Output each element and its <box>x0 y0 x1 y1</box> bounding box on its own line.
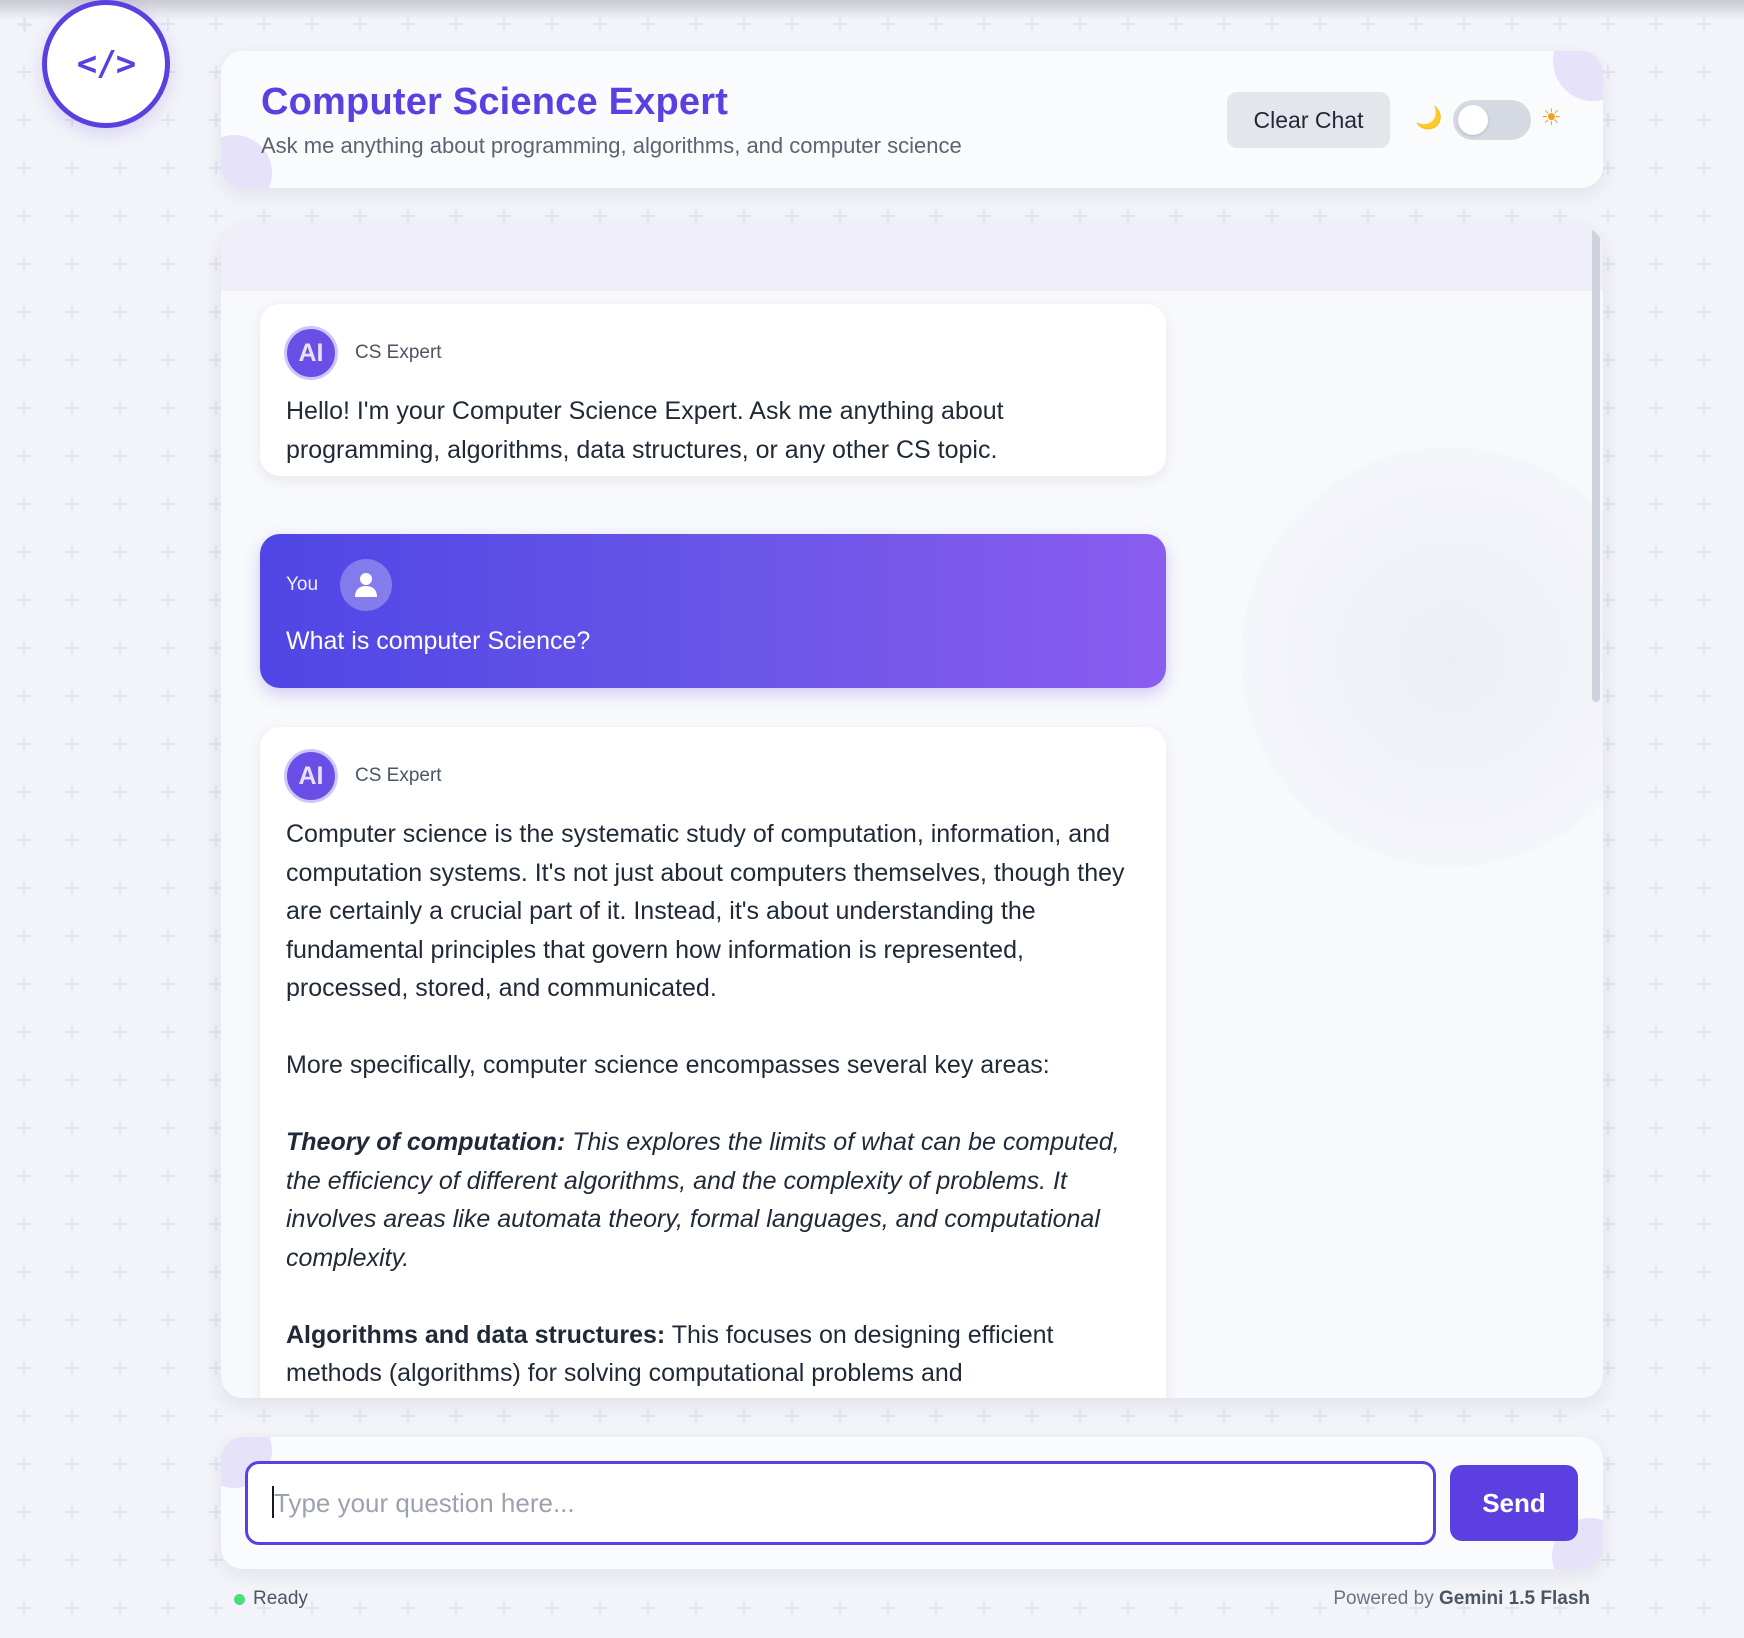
ai-avatar: AI <box>284 326 338 380</box>
chat-panel[interactable]: AI CS Expert Hello! I'm your Computer Sc… <box>221 227 1603 1398</box>
message-paragraph: Computer science is the systematic study… <box>286 820 1125 1002</box>
theme-toggle-knob[interactable] <box>1458 105 1488 135</box>
ai-message: AI CS Expert Computer science is the sys… <box>260 727 1166 1398</box>
chat-scrollbar[interactable] <box>1592 227 1600 702</box>
input-area: Send <box>221 1437 1603 1569</box>
topic-paragraph: Algorithms and data structures: This foc… <box>286 1316 1146 1393</box>
message-text: Hello! I'm your Computer Science Expert.… <box>286 397 1004 464</box>
message-sender: CS Expert <box>355 765 442 786</box>
topic-paragraph: Theory of computation: This explores the… <box>286 1123 1146 1277</box>
ai-avatar: AI <box>284 749 338 803</box>
page-title: Computer Science Expert <box>261 81 729 123</box>
status-indicator: Ready <box>234 1588 308 1610</box>
status-dot-icon <box>234 1593 245 1605</box>
window-top-shadow <box>0 0 1744 20</box>
text-caret <box>272 1486 274 1518</box>
powered-by: Powered by Gemini 1.5 Flash <box>1333 1588 1590 1610</box>
message-body: Computer science is the systematic study… <box>286 815 1146 1393</box>
question-input[interactable] <box>245 1461 1436 1545</box>
message-sender: CS Expert <box>355 342 442 363</box>
sun-icon: ☀ <box>1541 104 1562 130</box>
model-name: Gemini 1.5 Flash <box>1439 1588 1590 1609</box>
send-button[interactable]: Send <box>1450 1465 1578 1541</box>
user-message: You What is computer Science? <box>260 534 1166 688</box>
theme-toggle[interactable] <box>1453 100 1531 140</box>
message-text: What is computer Science? <box>286 627 591 655</box>
header-decoration <box>1553 51 1603 101</box>
logo-glyph: </> <box>76 44 136 84</box>
topic-heading: Theory of computation: <box>286 1128 566 1156</box>
message-sender: You <box>286 574 319 595</box>
clear-chat-button[interactable]: Clear Chat <box>1227 92 1390 148</box>
person-icon <box>355 573 377 597</box>
topic-heading: Algorithms and data structures: <box>286 1320 666 1349</box>
app-header: Computer Science Expert Ask me anything … <box>221 51 1603 188</box>
page-subtitle: Ask me anything about programming, algor… <box>261 133 962 158</box>
user-avatar-icon <box>340 559 392 611</box>
powered-by-prefix: Powered by <box>1333 1588 1434 1609</box>
chat-panel-top-band <box>221 227 1603 291</box>
status-text: Ready <box>253 1588 308 1609</box>
code-logo-icon: </> <box>42 0 170 128</box>
chat-panel-glow <box>1241 447 1603 867</box>
moon-icon: 🌙 <box>1415 105 1443 130</box>
message-paragraph: More specifically, computer science enco… <box>286 1051 1050 1079</box>
ai-message: AI CS Expert Hello! I'm your Computer Sc… <box>260 304 1166 476</box>
